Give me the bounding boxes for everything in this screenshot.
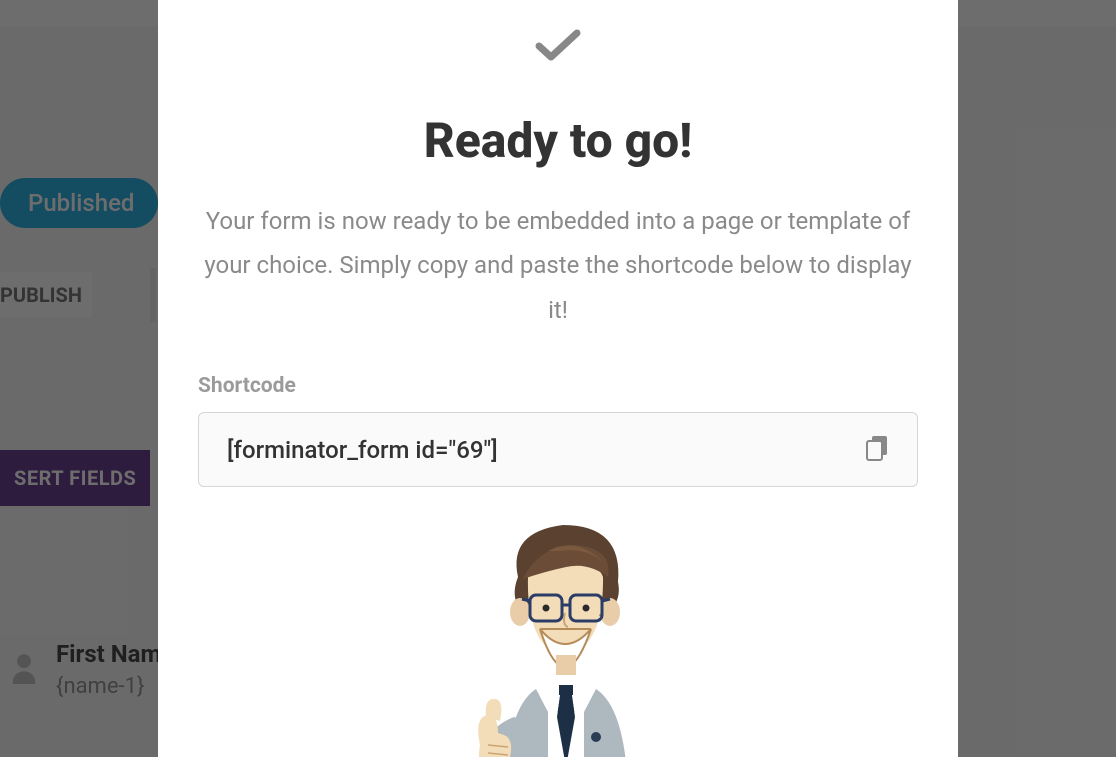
modal-title: Ready to go! (424, 112, 693, 169)
mascot-illustration (448, 517, 668, 757)
shortcode-label: Shortcode (198, 374, 296, 398)
copy-button[interactable] (859, 428, 895, 471)
modal-description: Your form is now ready to be embedded in… (198, 199, 918, 332)
check-icon (535, 28, 581, 68)
copy-icon (865, 450, 889, 465)
shortcode-value[interactable]: [forminator_form id="69"] (227, 436, 498, 464)
ready-modal: Ready to go! Your form is now ready to b… (158, 0, 958, 757)
shortcode-box: [forminator_form id="69"] (198, 412, 918, 487)
